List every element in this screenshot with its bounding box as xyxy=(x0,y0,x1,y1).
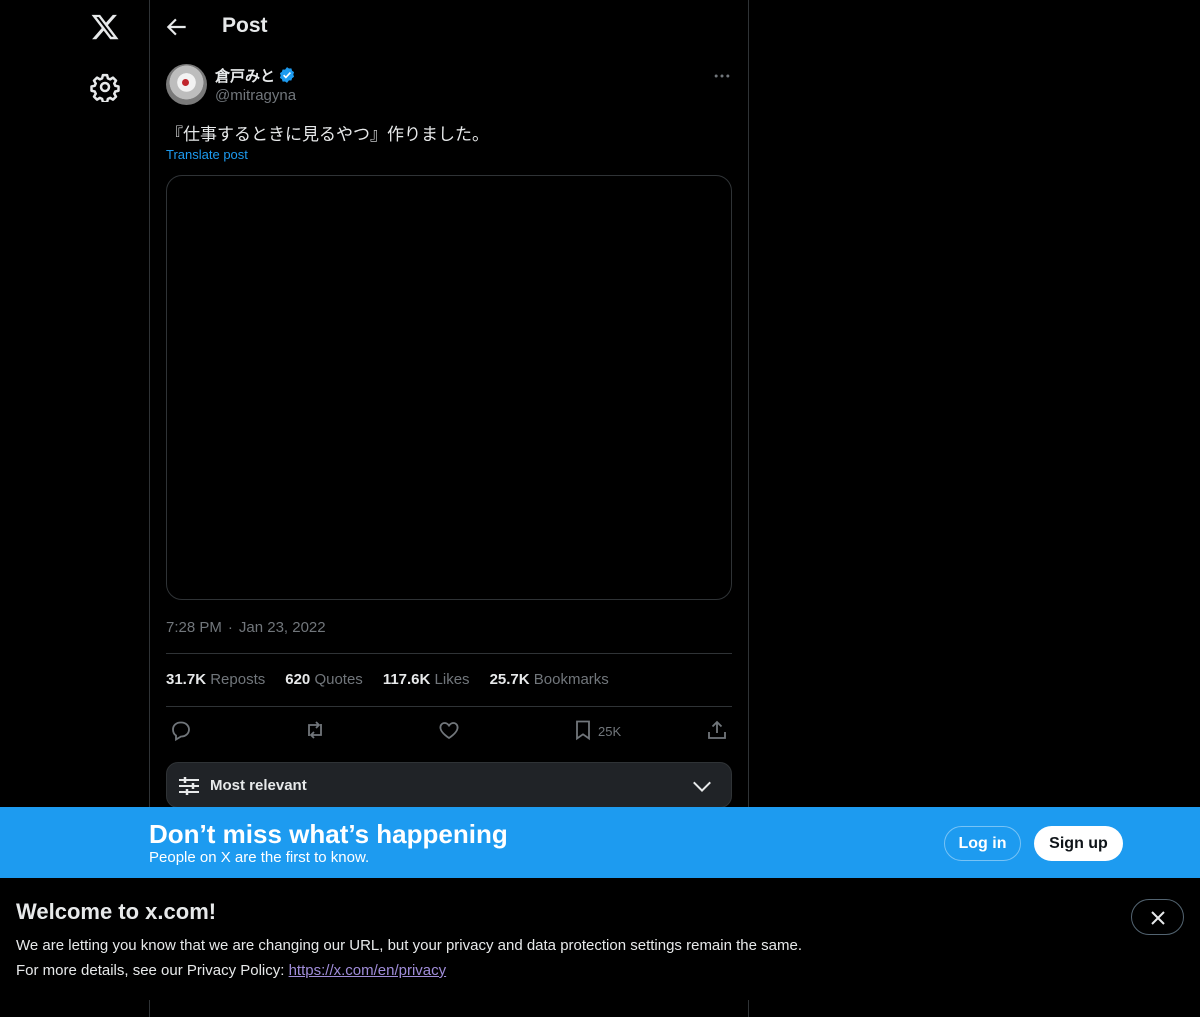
post-text: 『仕事するときに見るやつ』作りました。 xyxy=(166,125,489,145)
sort-label: Most relevant xyxy=(210,777,307,794)
filter-icon xyxy=(179,777,199,795)
stat-reposts[interactable]: 31.7K Reposts xyxy=(166,671,265,688)
post-stats: 31.7K Reposts 620 Quotes 117.6K Likes 25… xyxy=(166,671,629,688)
privacy-policy-link[interactable]: https://x.com/en/privacy xyxy=(289,962,447,979)
welcome-title: Welcome to x.com! xyxy=(16,899,217,924)
banner-subtitle: People on X are the first to know. xyxy=(149,849,370,866)
stat-likes[interactable]: 117.6K Likes xyxy=(383,671,470,688)
author-handle[interactable]: @mitragyna xyxy=(215,87,296,104)
welcome-policy-line: For more details, see our Privacy Policy… xyxy=(16,962,446,979)
welcome-notice: Welcome to x.com! We are letting you kno… xyxy=(0,878,1200,1000)
back-arrow-icon[interactable] xyxy=(164,14,190,40)
author-name[interactable]: 倉戸みと xyxy=(215,65,275,86)
signup-banner: Don’t miss what’s happening People on X … xyxy=(0,807,1200,878)
banner-title: Don’t miss what’s happening xyxy=(149,819,508,849)
post-timestamp[interactable]: 7:28 PM · Jan 23, 2022 xyxy=(166,619,326,636)
settings-icon[interactable] xyxy=(90,72,120,102)
repost-icon[interactable] xyxy=(303,718,327,742)
post-date: Jan 23, 2022 xyxy=(238,619,326,636)
avatar[interactable] xyxy=(166,64,207,105)
welcome-message: We are letting you know that we are chan… xyxy=(16,937,802,954)
post-time: 7:28 PM xyxy=(166,619,222,636)
close-button[interactable] xyxy=(1131,899,1184,935)
signup-button[interactable]: Sign up xyxy=(1034,826,1123,861)
welcome-policy-prefix: For more details, see our Privacy Policy… xyxy=(16,962,289,979)
close-icon xyxy=(1151,911,1165,925)
page-header: Post xyxy=(150,0,748,54)
more-icon[interactable] xyxy=(712,66,732,86)
reply-icon[interactable] xyxy=(169,718,193,742)
verified-badge-icon xyxy=(279,67,295,83)
like-icon[interactable] xyxy=(437,718,461,742)
share-icon[interactable] xyxy=(705,718,729,742)
divider xyxy=(166,653,732,654)
translate-link[interactable]: Translate post xyxy=(166,147,248,162)
stat-bookmarks[interactable]: 25.7K Bookmarks xyxy=(490,671,609,688)
reply-sort-dropdown[interactable]: Most relevant xyxy=(166,762,732,808)
chevron-down-icon xyxy=(693,781,711,793)
stat-quotes[interactable]: 620 Quotes xyxy=(285,671,363,688)
bookmark-count: 25K xyxy=(598,724,622,739)
login-button[interactable]: Log in xyxy=(944,826,1021,861)
bookmark-icon[interactable] xyxy=(571,718,595,742)
divider xyxy=(166,706,732,707)
post-actions: 25K xyxy=(166,716,732,746)
x-logo-icon[interactable] xyxy=(89,12,121,42)
timestamp-separator: · xyxy=(227,619,233,636)
page-title: Post xyxy=(222,14,268,37)
post-media[interactable] xyxy=(166,175,732,600)
